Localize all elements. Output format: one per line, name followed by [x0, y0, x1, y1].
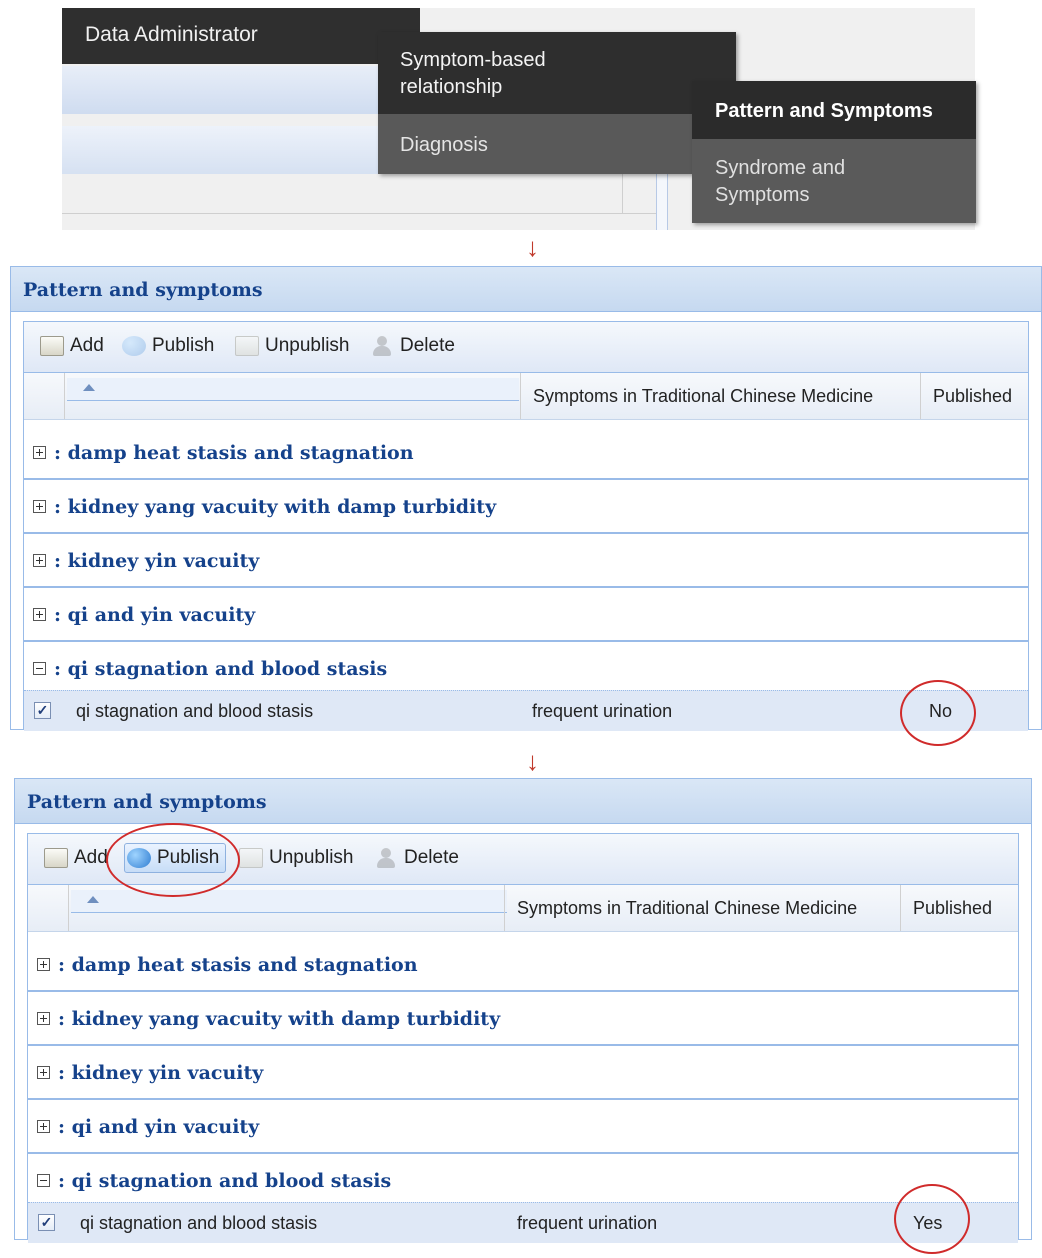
- expand-icon[interactable]: [33, 500, 46, 513]
- submenu-level3: Pattern and Symptoms Syndrome and Sympto…: [692, 81, 976, 223]
- column-header-symptoms[interactable]: Symptoms in Traditional Chinese Medicine: [520, 373, 920, 419]
- group-row[interactable]: : damp heat stasis and stagnation: [24, 428, 1028, 480]
- sort-asc-icon: [83, 384, 95, 391]
- group-row[interactable]: : qi and yin vacuity: [24, 590, 1028, 642]
- user-icon: [374, 848, 398, 868]
- toolbar: Add Publish Unpublish Delete: [24, 322, 1028, 373]
- row-checkbox[interactable]: ✓: [38, 1214, 55, 1231]
- menu-data-administrator[interactable]: Data Administrator: [62, 8, 420, 64]
- sort-asc-icon: [87, 896, 99, 903]
- menu-label: Diagnosis: [400, 134, 488, 156]
- grid: Add Publish Unpublish Delete Symptoms in…: [23, 321, 1029, 731]
- row-checkbox[interactable]: ✓: [34, 702, 51, 719]
- expand-icon[interactable]: [33, 608, 46, 621]
- table-row[interactable]: ✓ qi stagnation and blood stasis frequen…: [24, 690, 1028, 731]
- menu-item-syndrome-and-symptoms[interactable]: Syndrome and Symptoms: [692, 139, 976, 223]
- menu-label: Syndrome and Symptoms: [715, 157, 846, 206]
- delete-button[interactable]: Delete: [372, 843, 459, 873]
- panel-header: Pattern and symptoms: [15, 779, 1031, 824]
- menu-label: Symptom-based relationship: [400, 49, 546, 98]
- expand-icon[interactable]: [37, 1120, 50, 1133]
- submenu-level2: Symptom-based relationship Diagnosis: [378, 32, 736, 174]
- symptom-cell: frequent urination: [532, 701, 673, 721]
- user-icon: [370, 336, 394, 356]
- grid-header: Symptoms in Traditional Chinese Medicine…: [24, 373, 1028, 420]
- delete-button[interactable]: Delete: [368, 331, 455, 361]
- menu-item-pattern-and-symptoms[interactable]: Pattern and Symptoms: [692, 81, 976, 139]
- down-arrow-icon: ↓: [526, 746, 539, 776]
- menu-label: Data Administrator: [85, 23, 258, 46]
- group-row[interactable]: : kidney yang vacuity with damp turbidit…: [28, 994, 1018, 1046]
- panel-title: Pattern and symptoms: [27, 791, 267, 813]
- sort-column-header[interactable]: [71, 890, 507, 913]
- highlight-circle: [106, 823, 240, 897]
- highlight-circle: [900, 680, 976, 746]
- symptom-cell: frequent urination: [517, 1213, 658, 1233]
- expand-icon[interactable]: [37, 1066, 50, 1079]
- add-button[interactable]: Add: [38, 331, 104, 361]
- group-row[interactable]: : kidney yin vacuity: [24, 536, 1028, 588]
- pattern-symptoms-panel-before: Pattern and symptoms Add Publish Unpubli…: [10, 266, 1042, 731]
- expand-icon[interactable]: [33, 446, 46, 459]
- collapse-icon[interactable]: [37, 1174, 50, 1187]
- folder-icon: [235, 336, 259, 356]
- group-row[interactable]: : qi stagnation and blood stasis: [28, 1156, 1018, 1208]
- group-row[interactable]: : damp heat stasis and stagnation: [28, 940, 1018, 992]
- group-row[interactable]: : qi stagnation and blood stasis: [24, 644, 1028, 696]
- panel-title: Pattern and symptoms: [23, 279, 263, 301]
- globe-icon: [122, 336, 146, 356]
- menu-item-diagnosis[interactable]: Diagnosis: [378, 114, 736, 174]
- group-row[interactable]: : kidney yang vacuity with damp turbidit…: [24, 482, 1028, 534]
- add-button[interactable]: Add: [42, 843, 108, 873]
- table-row[interactable]: ✓ qi stagnation and blood stasis frequen…: [28, 1202, 1018, 1243]
- pattern-cell: qi stagnation and blood stasis: [76, 701, 314, 721]
- unpublish-button[interactable]: Unpublish: [233, 331, 350, 361]
- pattern-cell: qi stagnation and blood stasis: [80, 1213, 318, 1233]
- column-header-symptoms[interactable]: Symptoms in Traditional Chinese Medicine: [504, 885, 900, 931]
- panel-header: Pattern and symptoms: [11, 267, 1041, 312]
- select-all-column[interactable]: [28, 885, 69, 931]
- highlight-circle: [894, 1184, 970, 1254]
- column-header-published[interactable]: Published: [900, 885, 1010, 931]
- group-row[interactable]: : kidney yin vacuity: [28, 1048, 1018, 1100]
- expand-icon[interactable]: [33, 554, 46, 567]
- group-row[interactable]: : qi and yin vacuity: [28, 1102, 1018, 1154]
- publish-button[interactable]: Publish: [120, 331, 214, 361]
- unpublish-button[interactable]: Unpublish: [237, 843, 354, 873]
- menu-item-symptom-based-relationship[interactable]: Symptom-based relationship: [378, 32, 736, 114]
- column-header-published[interactable]: Published: [920, 373, 1030, 419]
- collapse-icon[interactable]: [33, 662, 46, 675]
- down-arrow-icon: ↓: [526, 232, 539, 262]
- folder-icon: [239, 848, 263, 868]
- expand-icon[interactable]: [37, 958, 50, 971]
- folder-icon: [40, 336, 64, 356]
- menu-label: Pattern and Symptoms: [715, 100, 933, 122]
- folder-icon: [44, 848, 68, 868]
- sort-column-header[interactable]: [67, 378, 519, 401]
- select-all-column[interactable]: [24, 373, 65, 419]
- expand-icon[interactable]: [37, 1012, 50, 1025]
